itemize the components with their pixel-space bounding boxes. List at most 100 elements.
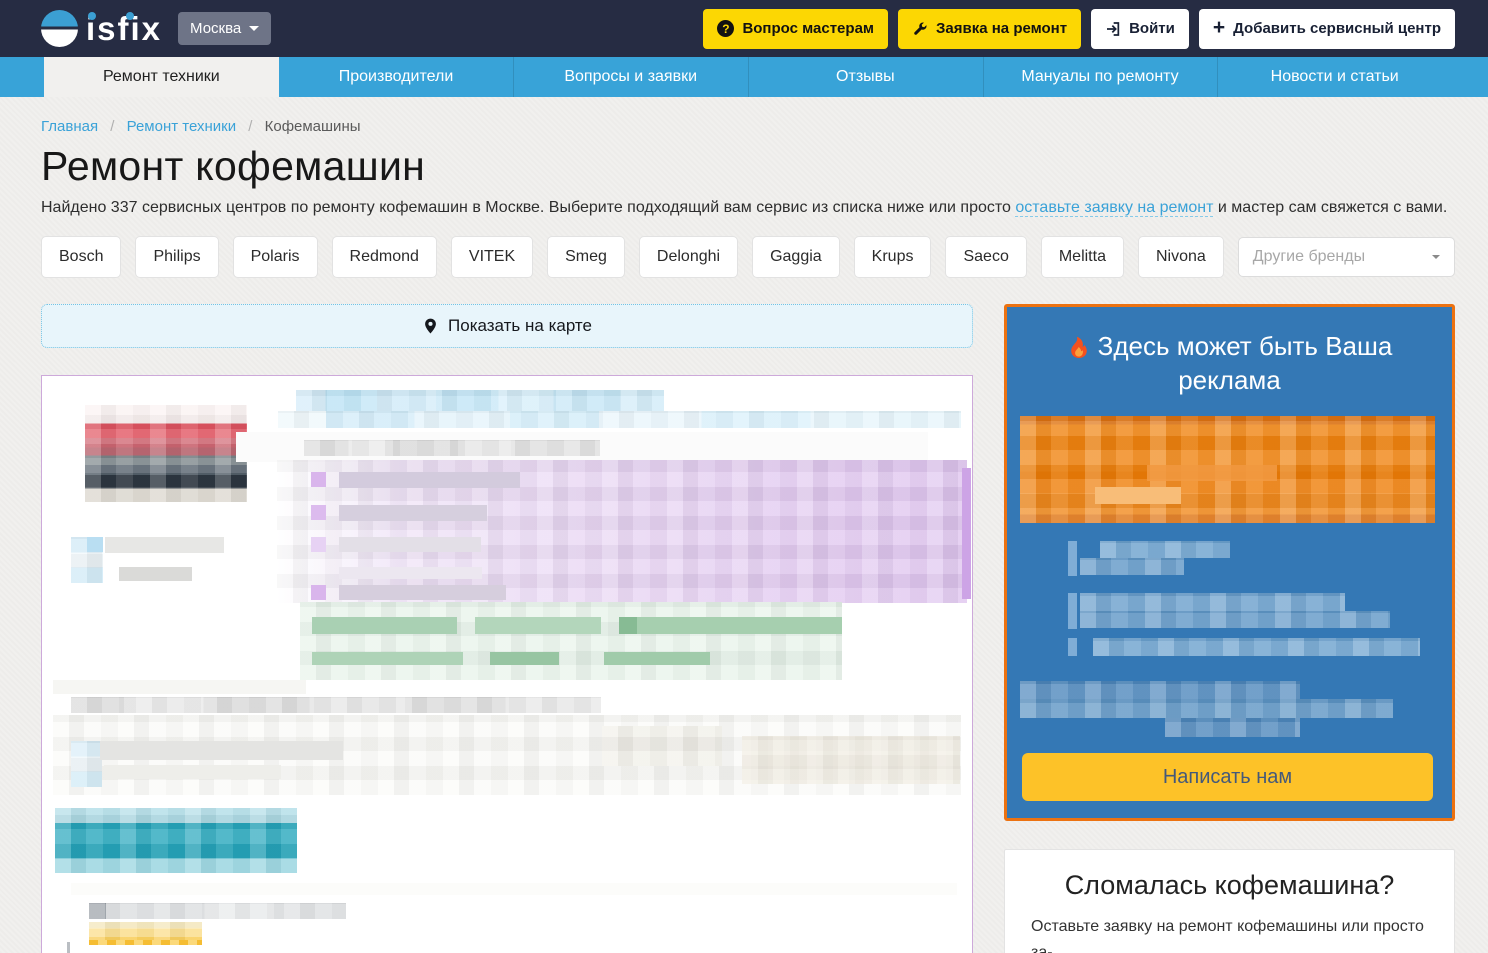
logo-dot-icon: [126, 12, 134, 20]
blurred-green-chunk: [312, 617, 457, 634]
ask-masters-label: Вопрос мастерам: [742, 20, 874, 37]
brand-button-krups[interactable]: Krups: [854, 236, 932, 278]
blurred-text-line: [104, 765, 281, 779]
info-card-title: Сломалась кофемашина?: [1031, 870, 1428, 901]
main-content: Главная / Ремонт техники / Кофемашины Ре…: [0, 118, 1488, 953]
broken-machine-card: Сломалась кофемашина? Оставьте заявку на…: [1004, 849, 1455, 953]
blurred-ad-logo-highlight: [1147, 465, 1277, 481]
breadcrumb-separator: /: [110, 118, 114, 135]
blurred-ad-line: [1093, 638, 1420, 656]
blurred-bullet: [311, 472, 326, 487]
breadcrumb: Главная / Ремонт техники / Кофемашины: [41, 118, 1455, 135]
blurred-chunk: [742, 736, 960, 784]
brand-button-saeco[interactable]: Saeco: [945, 236, 1026, 278]
brand-button-polaris[interactable]: Polaris: [233, 236, 318, 278]
blurred-ad-line: [1080, 593, 1345, 611]
brand-button-melitta[interactable]: Melitta: [1041, 236, 1124, 278]
leave-request-link[interactable]: оставьте заявку на ремонт: [1015, 199, 1213, 217]
show-on-map-label: Показать на карте: [448, 316, 592, 336]
ask-masters-button[interactable]: ? Вопрос мастерам: [703, 9, 888, 49]
blurred-green-chunk: [604, 652, 710, 665]
intro-after: и мастер сам свяжется с вами.: [1213, 199, 1447, 216]
plus-icon: +: [1213, 17, 1225, 38]
blurred-title-line: [278, 411, 961, 428]
other-brands-select[interactable]: Другие бренды: [1238, 237, 1455, 277]
blurred-ad-line: [1020, 681, 1300, 699]
city-selector[interactable]: Москва: [178, 12, 271, 45]
blurred-text-line: [89, 903, 346, 919]
brand-button-vitek[interactable]: VITEK: [451, 236, 533, 278]
blurred-ad-line: [1080, 611, 1390, 628]
breadcrumb-separator: /: [248, 118, 252, 135]
login-label: Войти: [1129, 20, 1175, 37]
main-nav: Ремонт техники Производители Вопросы и з…: [0, 57, 1488, 97]
service-center-card: [41, 375, 973, 953]
repair-request-button[interactable]: Заявка на ремонт: [898, 9, 1081, 49]
login-button[interactable]: Войти: [1091, 9, 1189, 49]
wrench-icon: [912, 21, 928, 37]
header-actions: ? Вопрос мастерам Заявка на ремонт Войти…: [703, 9, 1455, 49]
blurred-chunk: [602, 726, 722, 766]
blurred-ad-bullet: [1068, 593, 1077, 629]
tab-manufacturers[interactable]: Производители: [279, 57, 514, 97]
brand-button-philips[interactable]: Philips: [135, 236, 218, 278]
tab-news[interactable]: Новости и статьи: [1217, 57, 1452, 97]
brand-button-redmond[interactable]: Redmond: [332, 236, 437, 278]
blurred-scrollbar: [962, 468, 971, 599]
blurred-green-chunk: [475, 617, 601, 634]
logo-dot-icon: [88, 12, 96, 20]
breadcrumb-home[interactable]: Главная: [41, 118, 98, 135]
blurred-bullet: [311, 505, 326, 520]
blurred-text-line: [339, 585, 506, 600]
tab-repair[interactable]: Ремонт техники: [44, 57, 279, 97]
info-card-body-line: Оставьте заявку на ремонт кофемашины или…: [1031, 914, 1428, 953]
intro-before: Найдено 337 сервисных центров по ремонту…: [41, 199, 1015, 216]
blurred-bullet: [311, 537, 326, 552]
brand-button-bosch[interactable]: Bosch: [41, 236, 121, 278]
blurred-ad-line: [1165, 718, 1300, 737]
tab-reviews[interactable]: Отзывы: [748, 57, 983, 97]
blurred-text-line: [339, 505, 487, 521]
logo-text: isfix: [86, 12, 162, 45]
blurred-text-line: [105, 537, 224, 553]
tab-manuals[interactable]: Мануалы по ремонту: [983, 57, 1218, 97]
add-service-center-label: Добавить сервисный центр: [1233, 20, 1441, 37]
blurred-title-line: [296, 390, 664, 411]
blurred-teal-button: [55, 808, 297, 873]
city-label: Москва: [190, 20, 241, 37]
intro-text: Найдено 337 сервисных центров по ремонту…: [41, 199, 1455, 217]
chevron-down-icon: [1432, 255, 1440, 259]
blurred-band: [71, 883, 957, 895]
breadcrumb-repair[interactable]: Ремонт техники: [127, 118, 236, 135]
other-brands-placeholder: Другие бренды: [1253, 248, 1365, 266]
ad-title: Здесь может быть Ваша реклама: [1032, 330, 1428, 398]
blurred-green-chunk: [312, 652, 463, 665]
blurred-text-line: [339, 567, 482, 579]
blurred-ad-bullet: [1068, 541, 1077, 576]
page-title: Ремонт кофемашин: [41, 143, 1455, 190]
logo[interactable]: isfix: [41, 10, 162, 47]
brand-button-smeg[interactable]: Smeg: [547, 236, 625, 278]
contact-us-button[interactable]: Написать нам: [1022, 753, 1433, 801]
blurred-text-line: [339, 472, 520, 488]
tab-questions[interactable]: Вопросы и заявки: [513, 57, 748, 97]
add-service-center-button[interactable]: + Добавить сервисный центр: [1199, 9, 1455, 49]
brand-button-nivona[interactable]: Nivona: [1138, 236, 1224, 278]
brand-button-gaggia[interactable]: Gaggia: [752, 236, 840, 278]
ad-title-text: Здесь может быть Ваша реклама: [1098, 331, 1393, 395]
blurred-rating-edge: [89, 940, 202, 945]
repair-request-label: Заявка на ремонт: [936, 20, 1067, 37]
page: { "colors": { "header_bg": "#262c43", "n…: [0, 0, 1488, 953]
blurred-logo: [85, 405, 247, 502]
logo-icon: [41, 10, 78, 47]
blurred-ad-line: [1020, 699, 1393, 718]
blurred-text-line: [100, 741, 343, 760]
blurred-ad-line: [1080, 558, 1184, 575]
info-card-body: Оставьте заявку на ремонт кофемашины или…: [1031, 914, 1428, 953]
brand-button-delonghi[interactable]: Delonghi: [639, 236, 738, 278]
map-pin-icon: [422, 316, 439, 336]
question-icon: ?: [717, 20, 734, 37]
blurred-cell: [87, 537, 103, 552]
advertisement-card[interactable]: Здесь может быть Ваша реклама Написать н…: [1004, 304, 1455, 821]
show-on-map-button[interactable]: Показать на карте: [41, 304, 973, 348]
